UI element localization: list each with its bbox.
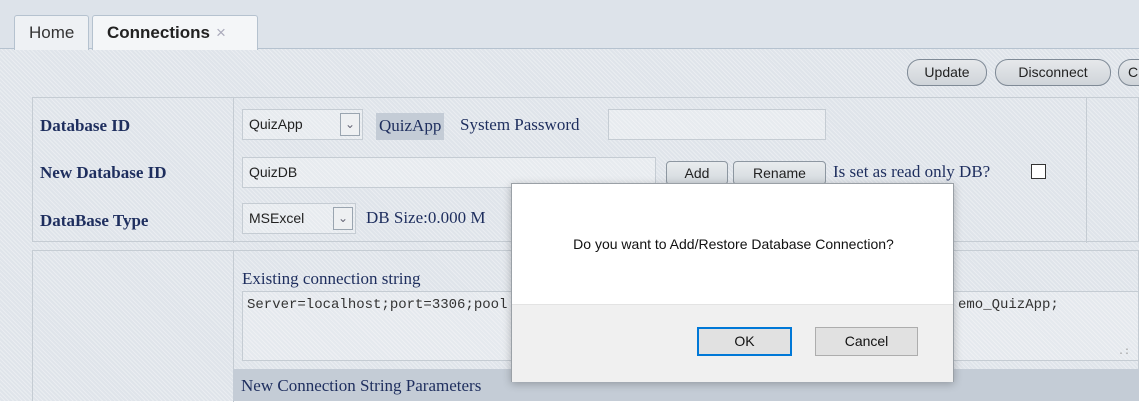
database-id-badge: QuizApp	[376, 113, 445, 140]
column-divider	[1086, 98, 1087, 243]
tab-home[interactable]: Home	[14, 15, 89, 50]
database-type-select[interactable]: MSExcel ⌄	[242, 203, 356, 234]
db-size-text: DB Size:0.000 M	[366, 208, 486, 227]
existing-connection-text-right: emo_QuizApp;	[958, 297, 1059, 313]
ok-button[interactable]: OK	[697, 327, 792, 356]
tab-connections[interactable]: Connections ×	[92, 15, 258, 50]
clipped-toolbar-button[interactable]: C	[1118, 59, 1139, 86]
resize-grip-icon[interactable]: .:	[1118, 347, 1130, 358]
database-type-label: DataBase Type	[40, 211, 149, 230]
add-button[interactable]: Add	[666, 161, 728, 185]
database-id-label: Database ID	[40, 116, 131, 135]
rename-button[interactable]: Rename	[733, 161, 826, 185]
tab-home-label: Home	[29, 23, 75, 42]
new-database-id-label: New Database ID	[40, 163, 167, 182]
read-only-checkbox[interactable]	[1031, 164, 1046, 179]
tab-connections-label: Connections	[107, 23, 210, 42]
app-window: Home Connections × Update Disconnect C Da…	[0, 0, 1139, 402]
database-id-select-value: QuizApp	[249, 116, 303, 132]
system-password-input[interactable]	[608, 109, 826, 140]
update-button[interactable]: Update	[907, 59, 987, 86]
existing-connection-label: Existing connection string	[242, 269, 421, 288]
tab-bar: Home Connections ×	[0, 0, 1139, 50]
read-only-label: Is set as read only DB?	[833, 162, 991, 181]
cancel-button[interactable]: Cancel	[815, 327, 918, 356]
system-password-label: System Password	[460, 115, 580, 134]
dialog-message: Do you want to Add/Restore Database Conn…	[573, 236, 894, 252]
confirm-dialog: Do you want to Add/Restore Database Conn…	[511, 183, 954, 382]
close-icon[interactable]: ×	[216, 23, 226, 42]
chevron-down-icon[interactable]: ⌄	[340, 113, 360, 136]
existing-connection-text-left: Server=localhost;port=3306;pool	[247, 297, 508, 313]
database-type-select-value: MSExcel	[249, 210, 305, 226]
column-divider	[233, 98, 234, 243]
disconnect-button[interactable]: Disconnect	[995, 59, 1111, 86]
chevron-down-icon[interactable]: ⌄	[333, 207, 353, 230]
database-id-select[interactable]: QuizApp ⌄	[242, 109, 363, 140]
